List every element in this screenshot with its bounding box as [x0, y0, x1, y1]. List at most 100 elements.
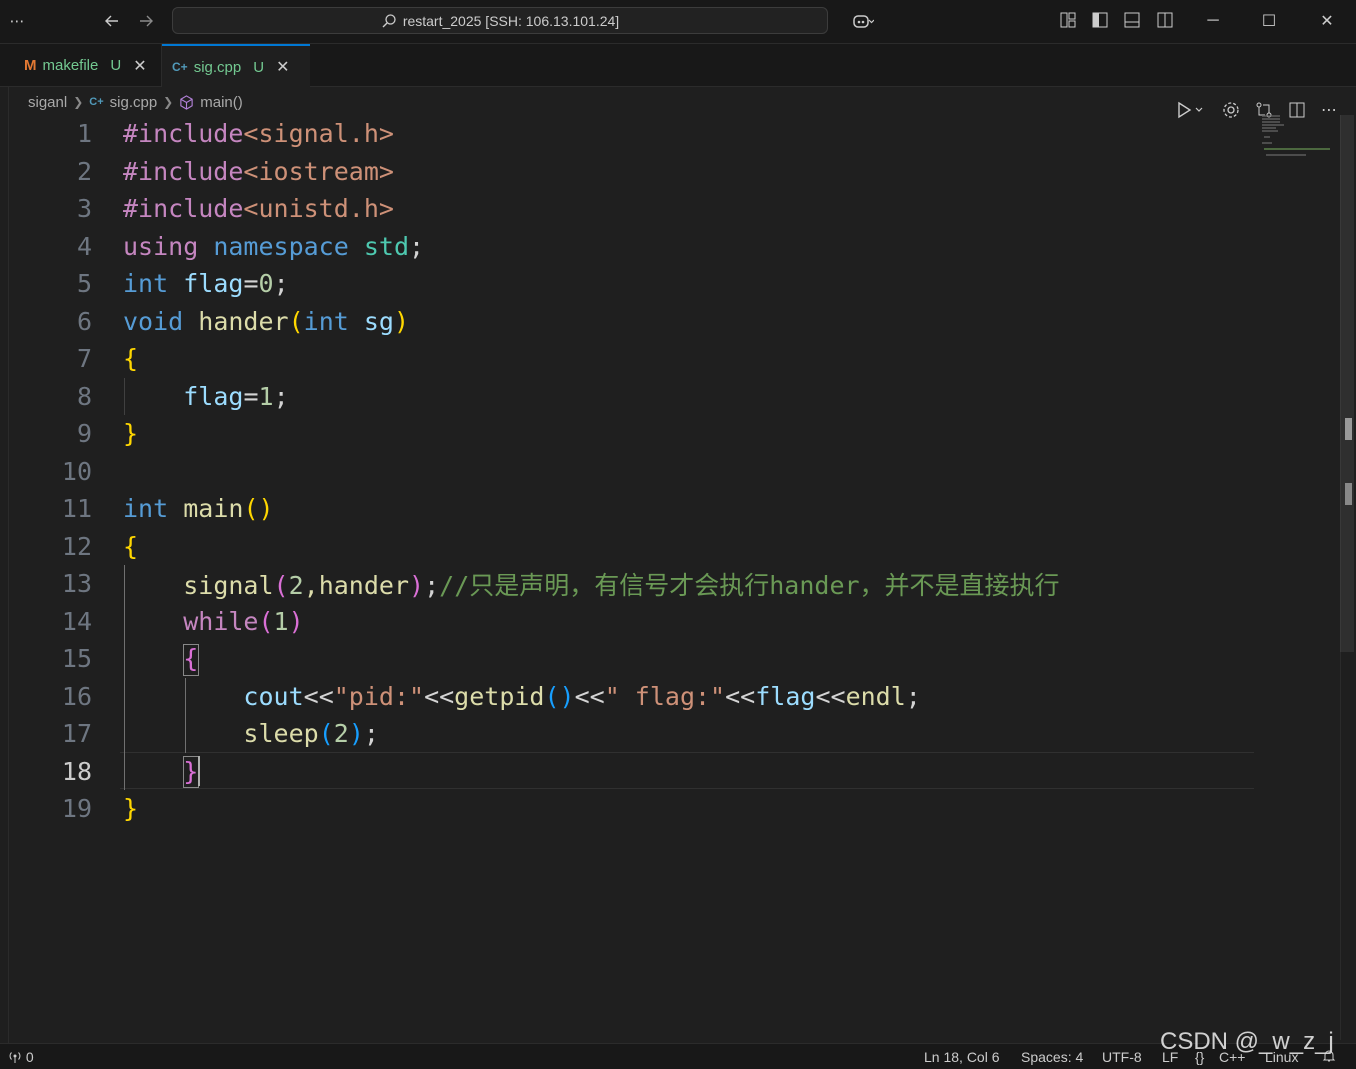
method-icon	[180, 94, 193, 110]
text-cursor	[198, 756, 200, 786]
maximize-button[interactable]: ☐	[1249, 6, 1289, 36]
code-line: 14 while(1)	[0, 603, 1340, 641]
token: 2	[333, 719, 349, 749]
line-number: 11	[61, 494, 92, 524]
token: (	[273, 570, 289, 600]
line-number: 4	[76, 231, 92, 261]
token: <iostream>	[243, 156, 394, 186]
code-line: 9 }	[0, 415, 1340, 453]
ports-indicator[interactable]: 0	[8, 1049, 34, 1065]
code-line: 5 int flag=0;	[0, 265, 1340, 303]
tab-label: sig.cpp	[193, 58, 242, 76]
cursor-position[interactable]: Ln 18, Col 6	[924, 1049, 1000, 1065]
token: flag	[183, 269, 244, 299]
token: )	[348, 719, 364, 749]
close-icon[interactable]: ✕	[276, 57, 289, 77]
token: (	[318, 719, 334, 749]
token: int	[123, 494, 169, 524]
arrow-left-icon[interactable]	[100, 8, 124, 34]
line-number: 10	[61, 456, 92, 486]
bracket-match	[183, 756, 199, 788]
token: (	[258, 606, 274, 636]
token: flag	[755, 681, 816, 711]
line-number: 16	[61, 681, 92, 711]
token: <unistd.h>	[243, 194, 394, 224]
token: hander	[198, 306, 289, 336]
breadcrumb-file[interactable]: sig.cpp	[110, 94, 158, 111]
token: void	[123, 306, 184, 336]
token: "pid:"	[333, 681, 425, 711]
token: =	[243, 269, 259, 299]
code-editor[interactable]: 1 #include<signal.h> 2 #include<iostream…	[0, 115, 1340, 1040]
line-number: 7	[76, 344, 92, 374]
token: main	[183, 494, 244, 524]
arrow-right-icon[interactable]	[134, 8, 158, 34]
scrollbar-thumb[interactable]	[1340, 115, 1354, 652]
token: <<	[725, 681, 756, 711]
code-line: 16 cout<<"pid:"<<getpid()<<" flag:"<<fla…	[0, 678, 1340, 716]
indentation[interactable]: Spaces: 4	[1021, 1049, 1083, 1065]
token: sg	[363, 306, 394, 336]
code-line: 1 #include<signal.h>	[0, 115, 1340, 153]
token: (	[288, 306, 304, 336]
toggle-secondary-sidebar-icon[interactable]	[1157, 12, 1173, 28]
close-icon[interactable]: ✕	[133, 56, 146, 76]
line-number: 12	[61, 531, 92, 561]
status-bar: 0 Ln 18, Col 6 Spaces: 4 UTF-8 LF {} C++…	[0, 1043, 1356, 1069]
tab-status: U	[110, 57, 122, 74]
token: )	[288, 606, 304, 636]
close-window-button[interactable]: ✕	[1307, 6, 1347, 36]
copilot-icon[interactable]	[843, 8, 883, 34]
chevron-right-icon: ❯	[163, 95, 174, 109]
cpp-file-icon: C+	[172, 60, 188, 74]
token: <<	[815, 681, 846, 711]
line-number: 19	[61, 794, 92, 824]
scrollbar-marker	[1345, 418, 1352, 440]
token: while	[183, 606, 259, 636]
ellipsis-icon[interactable]: ⋯	[6, 8, 28, 34]
broadcast-icon	[9, 1052, 21, 1063]
line-number: 5	[76, 269, 92, 299]
code-line: 13 signal(2,hander);//只是声明，有信号才会执行hander…	[0, 565, 1340, 603]
token: ,hander	[303, 570, 410, 600]
token: endl	[845, 681, 906, 711]
search-text: restart_2025 [SSH: 106.13.101.24]	[402, 12, 620, 29]
breadcrumb: siganl ❯ C+ sig.cpp ❯ main()	[28, 92, 243, 112]
breadcrumb-symbol[interactable]: main()	[200, 94, 243, 111]
code-line: 3 #include<unistd.h>	[0, 190, 1340, 228]
token: signal	[183, 570, 274, 600]
toggle-primary-sidebar-icon[interactable]	[1092, 12, 1108, 28]
command-center-search[interactable]: restart_2025 [SSH: 106.13.101.24]	[172, 7, 828, 34]
token: {	[123, 344, 139, 374]
token: std	[363, 231, 410, 261]
makefile-icon: M	[24, 57, 37, 74]
minimap[interactable]	[1260, 115, 1330, 156]
code-line: 15 {	[0, 640, 1340, 678]
token: #include	[123, 156, 244, 186]
code-line: 6 void hander(int sg)	[0, 303, 1340, 341]
chevron-right-icon: ❯	[73, 95, 84, 109]
minimize-button[interactable]: ─	[1193, 6, 1233, 36]
token: ;	[363, 719, 379, 749]
code-line: 19 }	[0, 790, 1340, 828]
customize-layout-icon[interactable]	[1060, 12, 1076, 28]
token: getpid	[454, 681, 545, 711]
token: ;	[273, 269, 289, 299]
watermark: CSDN @_w_z_j	[1160, 1028, 1334, 1055]
line-number: 9	[76, 419, 92, 449]
tab-makefile[interactable]: M makefile U ✕	[14, 44, 162, 87]
tab-sig-cpp[interactable]: C+ sig.cpp U ✕	[162, 44, 310, 88]
token: 0	[258, 269, 274, 299]
code-line: 7 {	[0, 340, 1340, 378]
line-number: 8	[76, 381, 92, 411]
toggle-panel-icon[interactable]	[1124, 12, 1140, 28]
line-number: 1	[76, 119, 92, 149]
token: flag	[183, 381, 244, 411]
token: ()	[243, 494, 274, 524]
tab-status: U	[253, 58, 265, 76]
breadcrumb-folder[interactable]: siganl	[28, 94, 67, 111]
line-number: 15	[61, 644, 92, 674]
comment: //只是声明，有信号才会执行hander，并不是直接执行	[439, 570, 1060, 600]
code-line: 17 sleep(2);	[0, 715, 1340, 753]
encoding[interactable]: UTF-8	[1102, 1049, 1142, 1065]
